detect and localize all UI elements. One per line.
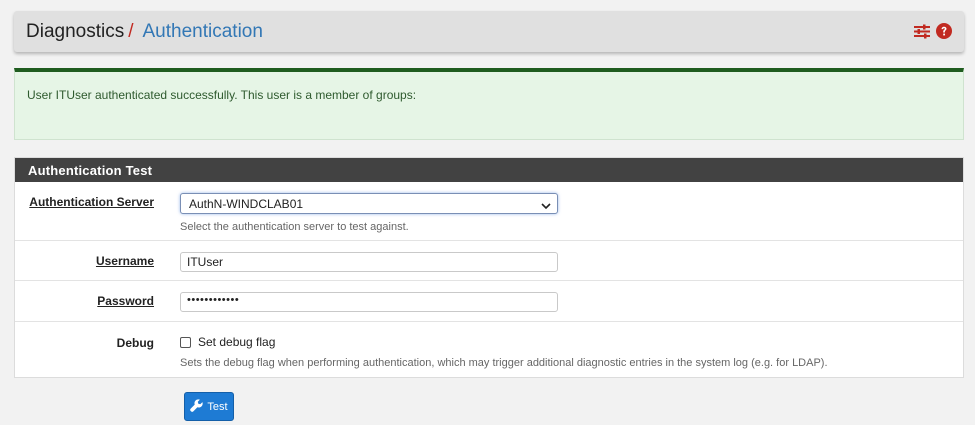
breadcrumb-parent[interactable]: Diagnostics <box>26 21 124 43</box>
debug-checkbox[interactable] <box>180 336 191 348</box>
breadcrumb-separator: / <box>128 20 134 42</box>
debug-checkbox-label[interactable]: Set debug flag <box>198 335 275 349</box>
row-username: Username ITUser <box>15 240 963 280</box>
wrench-icon <box>190 398 204 415</box>
success-alert: User ITUser authenticated successfully. … <box>14 68 964 140</box>
auth-server-select[interactable]: AuthN-WINDCLAB01 <box>180 193 558 214</box>
sliders-icon[interactable] <box>914 24 930 39</box>
row-password: Password •••••••••••• <box>15 280 963 321</box>
alert-message: User ITUser authenticated successfully. … <box>27 88 417 102</box>
row-auth-server: Authentication Server AuthN-WINDCLAB01 S… <box>15 182 963 240</box>
username-input[interactable]: ITUser <box>180 252 558 272</box>
header-icons <box>914 23 952 39</box>
debug-checkbox-wrap: Set debug flag <box>180 335 275 349</box>
password-label: Password <box>97 294 154 308</box>
auth-server-label: Authentication Server <box>29 195 154 209</box>
test-button-label: Test <box>207 400 228 413</box>
help-icon[interactable] <box>936 23 952 39</box>
chevron-down-icon <box>541 199 551 213</box>
password-input[interactable]: •••••••••••• <box>180 292 558 312</box>
panel-title: Authentication Test <box>15 158 963 182</box>
test-button[interactable]: Test <box>184 392 234 421</box>
debug-label: Debug <box>116 336 154 350</box>
auth-server-help: Select the authentication server to test… <box>180 221 409 233</box>
username-label: Username <box>95 254 154 268</box>
row-debug: Debug Set debug flag Sets the debug flag… <box>15 321 963 378</box>
username-value: ITUser <box>187 255 223 269</box>
debug-help: Sets the debug flag when performing auth… <box>180 357 828 369</box>
auth-server-selected: AuthN-WINDCLAB01 <box>189 197 304 211</box>
auth-test-panel: Authentication Test Authentication Serve… <box>14 157 964 378</box>
password-value: •••••••••••• <box>187 294 240 306</box>
page-header: Diagnostics / Authentication <box>14 11 964 52</box>
breadcrumb-current[interactable]: Authentication <box>143 21 263 43</box>
